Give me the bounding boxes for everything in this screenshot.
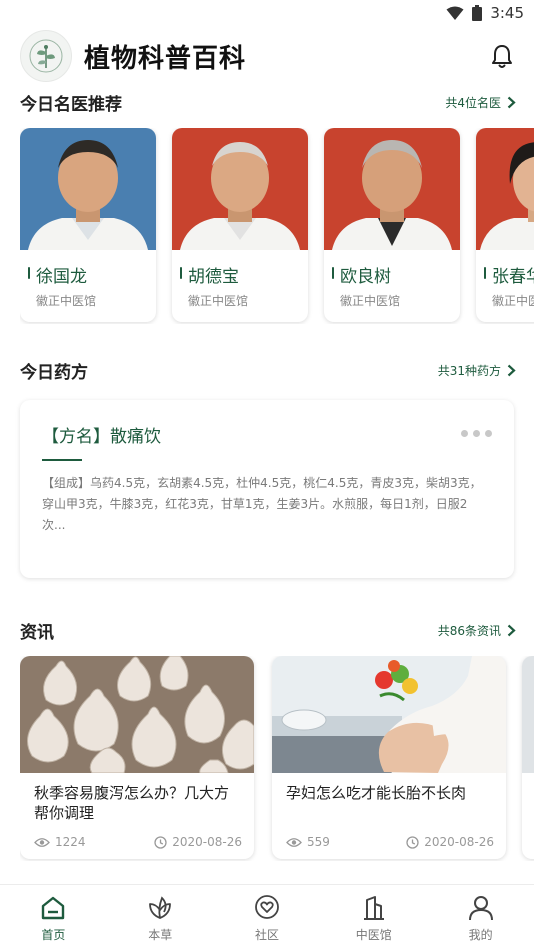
news-views: 1224 xyxy=(34,835,86,849)
recipe-composition: 【组成】乌药4.5克，玄胡素4.5克，杜仲4.5克，桃仁4.5克，青皮3克，柴胡… xyxy=(42,476,482,532)
recipe-name: 【方名】散痛饮 xyxy=(42,427,161,447)
news-card[interactable] xyxy=(522,656,534,859)
bell-icon[interactable] xyxy=(488,42,516,70)
doctors-more-link[interactable]: 共4位名医 xyxy=(445,94,516,111)
news-views-count: 1224 xyxy=(55,835,86,849)
tab-clinic[interactable]: 中医馆 xyxy=(320,885,427,949)
accent-bar xyxy=(484,267,486,279)
tab-label: 我的 xyxy=(468,928,493,942)
tab-label: 本草 xyxy=(148,928,173,942)
tab-community[interactable]: 社区 xyxy=(214,885,321,949)
doctor-name: 欧良树 xyxy=(340,267,391,287)
app-header: 植物科普百科 xyxy=(0,28,534,86)
news-title: 秋季容易腹泻怎么办？几大方帮你调理 xyxy=(34,784,230,822)
tab-label: 社区 xyxy=(254,928,279,942)
tab-profile[interactable]: 我的 xyxy=(427,885,534,949)
status-time: 3:45 xyxy=(490,4,524,22)
doctor-name: 徐国龙 xyxy=(36,267,87,287)
tab-label: 中医馆 xyxy=(355,928,392,942)
accent-bar xyxy=(180,267,182,279)
doctor-card[interactable]: 徐国龙 徽正中医馆 xyxy=(20,128,156,322)
herb-leaf-logo[interactable] xyxy=(20,30,72,82)
news-image-pregnancy xyxy=(272,656,506,773)
bottom-tab-bar: 首页 本草 社区 中医馆 我的 xyxy=(0,884,534,949)
user-icon xyxy=(468,896,493,921)
doctor-card[interactable]: 欧良树 徽正中医馆 xyxy=(324,128,460,322)
news-card[interactable]: 孕妇怎么吃才能长胎不长肉 559 2020-08-26 xyxy=(272,656,506,859)
clock-icon xyxy=(154,835,167,849)
doctor-card[interactable]: 张春华 徽正中医馆 xyxy=(476,128,534,322)
doctor-card[interactable]: 胡德宝 徽正中医馆 xyxy=(172,128,308,322)
leaf-icon xyxy=(149,896,172,919)
doctor-photo xyxy=(476,128,534,250)
news-image xyxy=(522,656,534,773)
recipe-more-link[interactable]: 共31种药方 xyxy=(438,362,516,379)
news-more-link[interactable]: 共86条资讯 xyxy=(438,622,516,639)
home-icon xyxy=(42,896,65,920)
doctor-clinic: 徽正中医馆 xyxy=(340,294,401,308)
accent-bar xyxy=(332,267,334,279)
news-more-label: 共86条资讯 xyxy=(437,623,501,638)
doctor-clinic: 徽正中医馆 xyxy=(188,294,249,308)
news-list: 秋季容易腹泻怎么办？几大方帮你调理 1224 2020-08-26 孕妇怎么吃才… xyxy=(20,656,534,861)
eye-icon xyxy=(34,837,50,847)
news-date: 2020-08-26 xyxy=(406,835,494,849)
chevron-right-icon xyxy=(507,624,516,636)
wifi-icon xyxy=(446,6,464,20)
news-views: 559 xyxy=(286,835,330,849)
recipe-more-label: 共31种药方 xyxy=(437,363,501,378)
doctor-list: 徐国龙 徽正中医馆 胡德宝 徽正中医馆 欧良树 徽正中医馆 张春 徽正中 xyxy=(20,128,534,324)
news-image-garlic xyxy=(20,656,254,773)
tab-home[interactable]: 首页 xyxy=(0,885,107,949)
news-title: 孕妇怎么吃才能长胎不长肉 xyxy=(286,784,467,802)
recipe-section-header: 今日药方 共31种药方 xyxy=(20,357,516,383)
doctor-photo xyxy=(324,128,460,250)
section-title-recipe: 今日药方 xyxy=(20,362,88,383)
news-views-count: 559 xyxy=(307,835,330,849)
recipe-underline xyxy=(42,459,82,461)
news-date-text: 2020-08-26 xyxy=(172,835,242,849)
news-date-text: 2020-08-26 xyxy=(424,835,494,849)
doctors-section-header: 今日名医推荐 共4位名医 xyxy=(20,89,516,115)
battery-icon xyxy=(472,5,483,21)
chevron-right-icon xyxy=(507,96,516,108)
doctor-clinic: 徽正中医馆 xyxy=(492,294,534,308)
section-title-news: 资讯 xyxy=(20,622,54,643)
tab-herbs[interactable]: 本草 xyxy=(107,885,214,949)
app-title: 植物科普百科 xyxy=(84,44,247,74)
tab-label: 首页 xyxy=(41,928,66,942)
accent-bar xyxy=(28,267,30,279)
recipe-card[interactable]: 【方名】散痛饮 【组成】乌药4.5克，玄胡素4.5克，杜仲4.5克，桃仁4.5克… xyxy=(20,400,514,578)
news-card[interactable]: 秋季容易腹泻怎么办？几大方帮你调理 1224 2020-08-26 xyxy=(20,656,254,859)
status-bar: 3:45 xyxy=(0,0,534,28)
building-icon xyxy=(363,896,384,920)
doctor-name: 胡德宝 xyxy=(188,267,239,287)
eye-icon xyxy=(286,837,302,847)
doctor-photo xyxy=(20,128,156,250)
heart-chat-icon xyxy=(255,895,279,919)
more-dots-icon[interactable] xyxy=(461,430,492,437)
section-title-doctors: 今日名医推荐 xyxy=(20,94,122,115)
doctor-clinic: 徽正中医馆 xyxy=(36,294,97,308)
news-meta: 1224 2020-08-26 xyxy=(34,835,242,849)
news-date: 2020-08-26 xyxy=(154,835,242,849)
doctor-name: 张春华 xyxy=(492,267,534,287)
clock-icon xyxy=(406,835,419,849)
news-meta: 559 2020-08-26 xyxy=(286,835,494,849)
doctors-more-label: 共4位名医 xyxy=(445,95,501,110)
news-section-header: 资讯 共86条资讯 xyxy=(20,617,516,643)
chevron-right-icon xyxy=(507,364,516,376)
doctor-photo xyxy=(172,128,308,250)
